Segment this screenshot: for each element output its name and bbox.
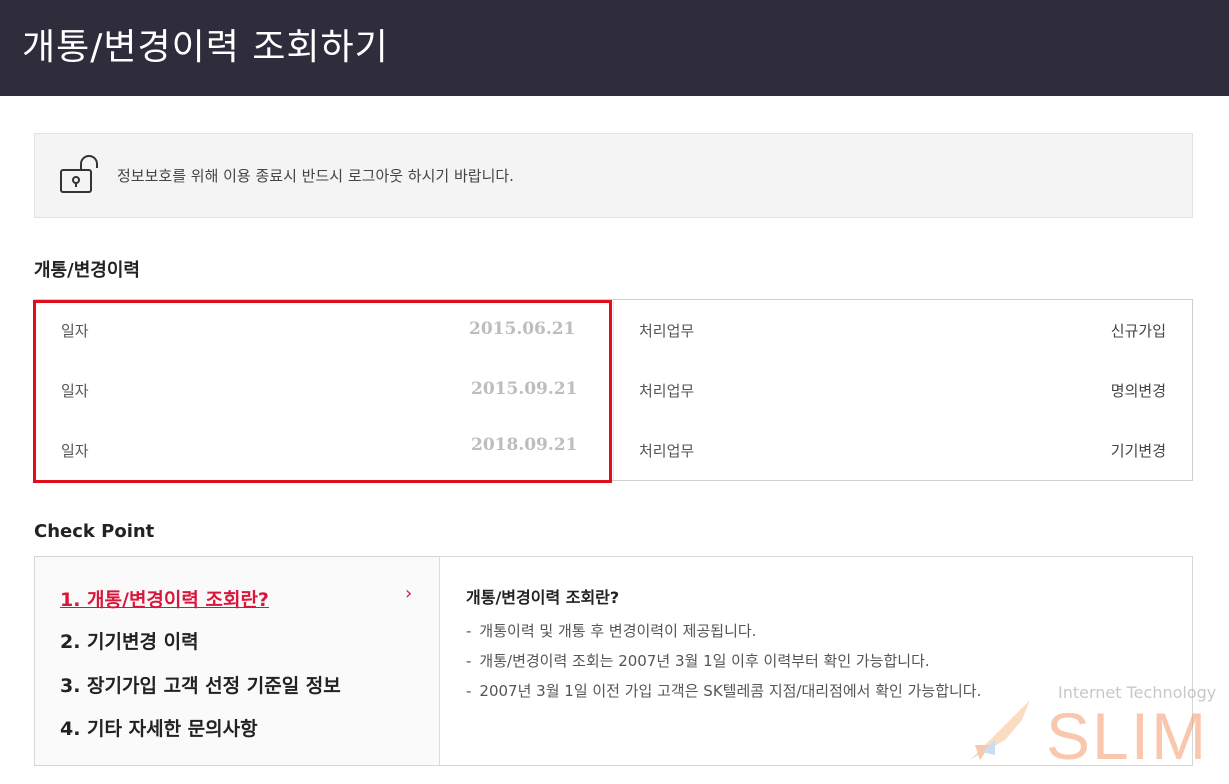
date-value: 2018.09.21 xyxy=(471,435,578,455)
date-value: 2015.09.21 xyxy=(471,379,578,399)
notice-message: 정보보호를 위해 이용 종료시 반드시 로그아웃 하시기 바랍니다. xyxy=(117,167,514,185)
checkpoint-item-4[interactable]: 4. 기타 자세한 문의사항 xyxy=(60,714,258,741)
history-row: 일자 2018.09.21 xyxy=(35,420,613,480)
security-notice: 정보보호를 위해 이용 종료시 반드시 로그아웃 하시기 바랍니다. xyxy=(34,133,1193,218)
date-label: 일자 xyxy=(61,322,89,340)
task-label: 처리업무 xyxy=(639,442,695,460)
page-title: 개통/변경이력 조회하기 xyxy=(22,27,389,68)
date-value: 2015.06.21 xyxy=(469,319,576,339)
task-label: 처리업무 xyxy=(639,382,695,400)
detail-heading: 개통/변경이력 조회란? xyxy=(466,588,620,607)
rocket-icon xyxy=(970,700,1030,760)
unlock-icon xyxy=(60,155,98,193)
history-row: 일자 2015.06.21 xyxy=(35,300,613,360)
checkpoint-item-3[interactable]: 3. 장기가입 고객 선정 기준일 정보 xyxy=(60,671,341,698)
history-row: 일자 2015.09.21 xyxy=(35,360,613,420)
date-label: 일자 xyxy=(61,442,89,460)
history-row: 처리업무 명의변경 xyxy=(613,360,1192,420)
history-row: 처리업무 신규가입 xyxy=(613,300,1192,360)
detail-line: -2007년 3월 1일 이전 가입 고객은 SK텔레콤 지점/대리점에서 확인… xyxy=(466,682,982,700)
task-value: 명의변경 xyxy=(1110,382,1166,400)
detail-line: - 개통/변경이력 조회는 2007년 3월 1일 이후 이력부터 확인 가능합니… xyxy=(466,652,930,670)
checkpoint-item-2[interactable]: 2. 기기변경 이력 xyxy=(60,627,199,654)
watermark-logo: Internet Technology SLIM xyxy=(960,680,1220,780)
checkpoint-section-title: Check Point xyxy=(34,521,155,542)
date-label: 일자 xyxy=(61,382,89,400)
watermark-title: SLIM xyxy=(1046,699,1209,773)
checkpoint-item-1[interactable]: 1. 개통/변경이력 조회란? xyxy=(60,585,269,612)
history-table: 일자 2015.06.21 일자 2015.09.21 일자 2018.09.2… xyxy=(34,299,1193,481)
task-value: 기기변경 xyxy=(1110,442,1166,460)
checkpoint-menu: 1. 개통/변경이력 조회란? › 2. 기기변경 이력 3. 장기가입 고객 … xyxy=(35,557,440,765)
task-label: 처리업무 xyxy=(639,322,695,340)
chevron-right-icon: › xyxy=(405,583,413,604)
page-header: 개통/변경이력 조회하기 xyxy=(0,0,1229,96)
history-row: 처리업무 기기변경 xyxy=(613,420,1192,480)
task-value: 신규가입 xyxy=(1110,322,1166,340)
history-section-title: 개통/변경이력 xyxy=(34,260,140,281)
detail-line: - 개통이력 및 개통 후 변경이력이 제공됩니다. xyxy=(466,622,757,640)
